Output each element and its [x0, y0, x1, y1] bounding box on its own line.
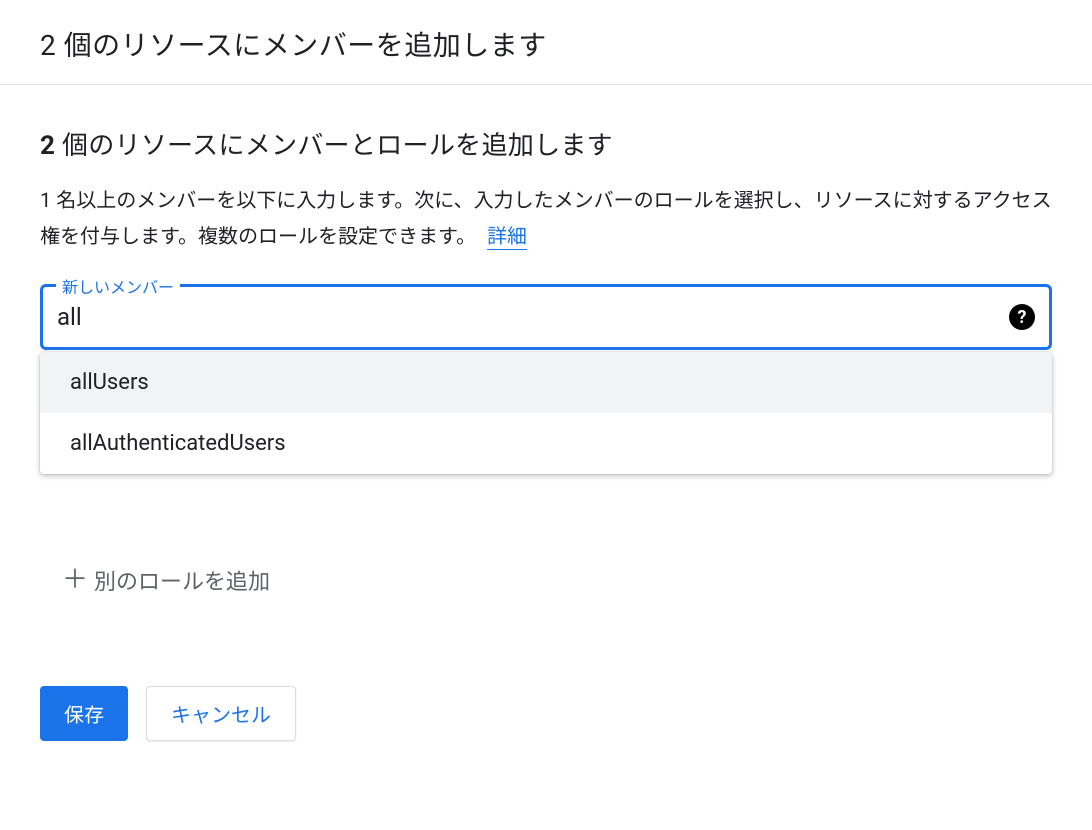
section-description: 1 名以上のメンバーを以下に入力します。次に、入力したメンバーのロールを選択し、… [40, 188, 1052, 248]
add-role-button[interactable]: ＋ 別のロールを追加 [62, 564, 1052, 596]
add-role-label: 別のロールを追加 [94, 564, 270, 596]
dialog-content: 2 個のリソースにメンバーとロールを追加します 1 名以上のメンバーを以下に入力… [0, 85, 1092, 781]
section-description-row: 1 名以上のメンバーを以下に入力します。次に、入力したメンバーのロールを選択し、… [40, 182, 1052, 254]
dialog-title: 2 個のリソースにメンバーを追加します [40, 24, 1052, 64]
member-input[interactable] [57, 303, 1009, 331]
section-title-text: 個のリソースにメンバーとロールを追加します [55, 131, 613, 161]
learn-more-link[interactable]: 詳細 [487, 224, 527, 250]
plus-icon: ＋ [62, 567, 88, 593]
section-title-count: 2 [40, 131, 55, 161]
save-button[interactable]: 保存 [40, 686, 128, 741]
help-icon[interactable]: ? [1009, 304, 1035, 330]
member-field-label: 新しいメンバー [56, 274, 180, 298]
dialog-header: 2 個のリソースにメンバーを追加します [0, 0, 1092, 85]
cancel-button[interactable]: キャンセル [146, 686, 296, 741]
autocomplete-item-allauthenticatedusers[interactable]: allAuthenticatedUsers [40, 413, 1052, 474]
section-title: 2 個のリソースにメンバーとロールを追加します [40, 125, 1052, 162]
autocomplete-item-allusers[interactable]: allUsers [40, 352, 1052, 413]
member-field-wrapper: 新しいメンバー ? allUsers allAuthenticatedUsers [40, 284, 1052, 474]
member-input-container[interactable]: ? [40, 284, 1052, 350]
autocomplete-dropdown: allUsers allAuthenticatedUsers [40, 352, 1052, 474]
button-row: 保存 キャンセル [40, 686, 1052, 741]
